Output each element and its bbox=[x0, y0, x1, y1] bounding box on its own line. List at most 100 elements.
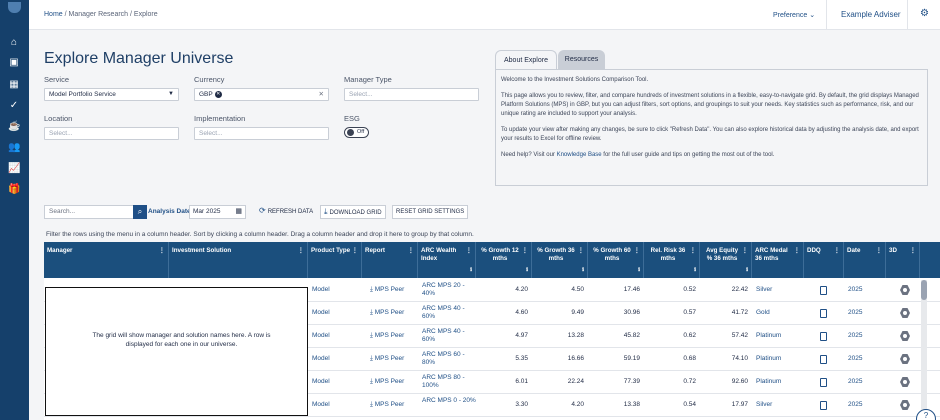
user-menu[interactable]: Example Adviser bbox=[841, 10, 901, 19]
column-header-rel-risk[interactable]: Rel. Risk 36 mths ⋮ ℹ bbox=[644, 242, 700, 278]
analysis-date-input[interactable]: Mar 2025 ▦ bbox=[189, 205, 246, 219]
preference-menu[interactable]: Preference ⌄ bbox=[773, 11, 815, 19]
gear-icon[interactable]: ⚙ bbox=[920, 8, 929, 19]
column-header-growth-60[interactable]: % Growth 60 mths ⋮ ℹ bbox=[588, 242, 644, 278]
column-menu-icon[interactable]: ⋮ bbox=[466, 247, 472, 255]
column-header-3d[interactable]: 3D ⋮ bbox=[886, 242, 920, 278]
document-icon[interactable] bbox=[820, 355, 827, 364]
document-icon[interactable] bbox=[820, 309, 827, 318]
column-menu-icon[interactable]: ⋮ bbox=[298, 247, 304, 255]
cell-g60: 59.19 bbox=[588, 348, 644, 371]
grid-icon[interactable]: ▦ bbox=[8, 79, 20, 91]
column-menu-icon[interactable]: ⋮ bbox=[634, 247, 640, 255]
tab-resources[interactable]: Resources bbox=[558, 50, 605, 69]
cell-g36: 16.66 bbox=[532, 348, 588, 371]
column-menu-icon[interactable]: ⋮ bbox=[408, 247, 414, 255]
cell-g12: 4.20 bbox=[476, 279, 532, 302]
search-input[interactable]: Search... bbox=[44, 205, 134, 219]
knowledge-base-link[interactable]: Knowledge Base bbox=[557, 152, 602, 158]
users-icon[interactable]: 👥 bbox=[8, 142, 20, 154]
column-menu-icon[interactable]: ⋮ bbox=[910, 247, 916, 255]
column-header-growth-12[interactable]: % Growth 12 mths ⋮ ℹ bbox=[476, 242, 532, 278]
column-menu-icon[interactable]: ⋮ bbox=[834, 247, 840, 255]
document-icon[interactable] bbox=[820, 286, 827, 295]
column-header-investment-solution[interactable]: Investment Solution ⋮ bbox=[169, 242, 308, 278]
info-icon[interactable]: ℹ bbox=[694, 266, 696, 274]
info-icon[interactable]: ℹ bbox=[746, 266, 748, 274]
column-header-growth-36[interactable]: % Growth 36 mths ⋮ ℹ bbox=[532, 242, 588, 278]
three-d-view-icon[interactable] bbox=[900, 331, 910, 341]
refresh-data-button[interactable]: ⟳ REFRESH DATA bbox=[256, 205, 316, 219]
column-header-arc-medal[interactable]: ARC Medal 36 mths ⋮ bbox=[752, 242, 804, 278]
chart-icon[interactable]: 📈 bbox=[8, 163, 20, 175]
column-header-avg-equity[interactable]: Avg Equity % 36 mths ⋮ ℹ bbox=[700, 242, 752, 278]
column-menu-icon[interactable]: ⋮ bbox=[578, 247, 584, 255]
currency-select[interactable]: GBP ✕ ✕ bbox=[194, 88, 329, 101]
cell-index: ARC MPS 60 - 80% bbox=[418, 348, 476, 371]
cell-report[interactable]: ⤓ MPS Peer bbox=[362, 279, 418, 302]
service-select[interactable]: Model Portfolio Service ▼ bbox=[44, 88, 179, 101]
info-icon[interactable]: ℹ bbox=[582, 266, 584, 274]
column-menu-icon[interactable]: ⋮ bbox=[352, 247, 358, 255]
manager-type-select[interactable]: Select... bbox=[344, 88, 479, 101]
info-icon[interactable]: ℹ bbox=[526, 266, 528, 274]
column-menu-icon[interactable]: ⋮ bbox=[159, 247, 165, 255]
cell-product: Model bbox=[308, 279, 362, 302]
column-menu-icon[interactable]: ⋮ bbox=[876, 247, 882, 255]
column-header-arc-wealth-index[interactable]: ARC Wealth Index ⋮ ℹ bbox=[418, 242, 476, 278]
column-header-date[interactable]: Date ⋮ bbox=[844, 242, 886, 278]
coffee-icon[interactable]: ☕ bbox=[8, 121, 20, 133]
three-d-view-icon[interactable] bbox=[900, 377, 910, 387]
breadcrumb-home[interactable]: Home bbox=[44, 11, 63, 18]
search-icon[interactable]: ⌕ bbox=[133, 205, 147, 219]
document-icon[interactable] bbox=[820, 332, 827, 341]
column-menu-icon[interactable]: ⋮ bbox=[742, 247, 748, 255]
info-icon[interactable]: ℹ bbox=[638, 266, 640, 274]
esg-toggle[interactable]: Off bbox=[344, 127, 369, 138]
cell-report[interactable]: ⤓ MPS Peer bbox=[362, 371, 418, 394]
reset-grid-settings-button[interactable]: RESET GRID SETTINGS bbox=[392, 205, 469, 219]
check-icon[interactable]: ✓ bbox=[8, 100, 20, 112]
cell-report[interactable]: ⤓ MPS Peer bbox=[362, 302, 418, 325]
column-header-manager[interactable]: Manager ⋮ bbox=[44, 242, 169, 278]
cell-text: 74.10 bbox=[731, 355, 748, 362]
column-menu-icon[interactable]: ⋮ bbox=[522, 247, 528, 255]
cell-text: MPS Peer bbox=[374, 286, 405, 293]
three-d-view-icon[interactable] bbox=[900, 354, 910, 364]
cell-text: Platinum bbox=[756, 378, 782, 385]
document-icon[interactable] bbox=[820, 378, 827, 387]
calendar-icon[interactable]: ▦ bbox=[235, 206, 242, 218]
download-grid-button[interactable]: ⤓ DOWNLOAD GRID bbox=[320, 205, 386, 219]
document-icon[interactable] bbox=[820, 401, 827, 410]
three-d-view-icon[interactable] bbox=[900, 285, 910, 295]
about-paragraph: Need help? Visit our Knowledge Base for … bbox=[501, 151, 922, 160]
column-header-label: % Growth 36 mths bbox=[537, 247, 575, 262]
column-menu-icon[interactable]: ⋮ bbox=[690, 247, 696, 255]
column-header-ddq[interactable]: DDQ ⋮ bbox=[804, 242, 844, 278]
column-header-report[interactable]: Report ⋮ bbox=[362, 242, 418, 278]
cell-equity: 92.60 bbox=[700, 371, 752, 394]
clear-icon[interactable]: ✕ bbox=[319, 89, 324, 100]
home-icon[interactable]: ⌂ bbox=[8, 37, 20, 49]
three-d-view-icon[interactable] bbox=[900, 308, 910, 318]
column-header-label: Rel. Risk 36 mths bbox=[650, 247, 686, 262]
vertical-scrollbar[interactable] bbox=[921, 280, 927, 420]
remove-chip-icon[interactable]: ✕ bbox=[214, 90, 222, 98]
gift-icon[interactable]: 🎁 bbox=[8, 184, 20, 196]
location-select[interactable]: Select... bbox=[44, 127, 179, 140]
cell-report[interactable]: ⤓ MPS Peer bbox=[362, 325, 418, 348]
scrollbar-thumb[interactable] bbox=[921, 280, 927, 300]
column-menu-icon[interactable]: ⋮ bbox=[794, 247, 800, 255]
cell-text: Model bbox=[312, 378, 330, 385]
cell-report[interactable]: ⤓ MPS Peer bbox=[362, 394, 418, 417]
tab-about-explore[interactable]: About Explore bbox=[495, 50, 557, 69]
cell-text: 3.30 bbox=[515, 401, 528, 408]
folder-icon[interactable]: ▣ bbox=[8, 57, 20, 69]
column-header-product-type[interactable]: Product Type ⋮ bbox=[308, 242, 362, 278]
three-d-view-icon[interactable] bbox=[900, 400, 910, 410]
implementation-select[interactable]: Select... bbox=[194, 127, 329, 140]
cell-medal: Silver bbox=[752, 279, 804, 302]
cell-risk: 0.62 bbox=[644, 325, 700, 348]
cell-report[interactable]: ⤓ MPS Peer bbox=[362, 348, 418, 371]
info-icon[interactable]: ℹ bbox=[470, 266, 472, 274]
